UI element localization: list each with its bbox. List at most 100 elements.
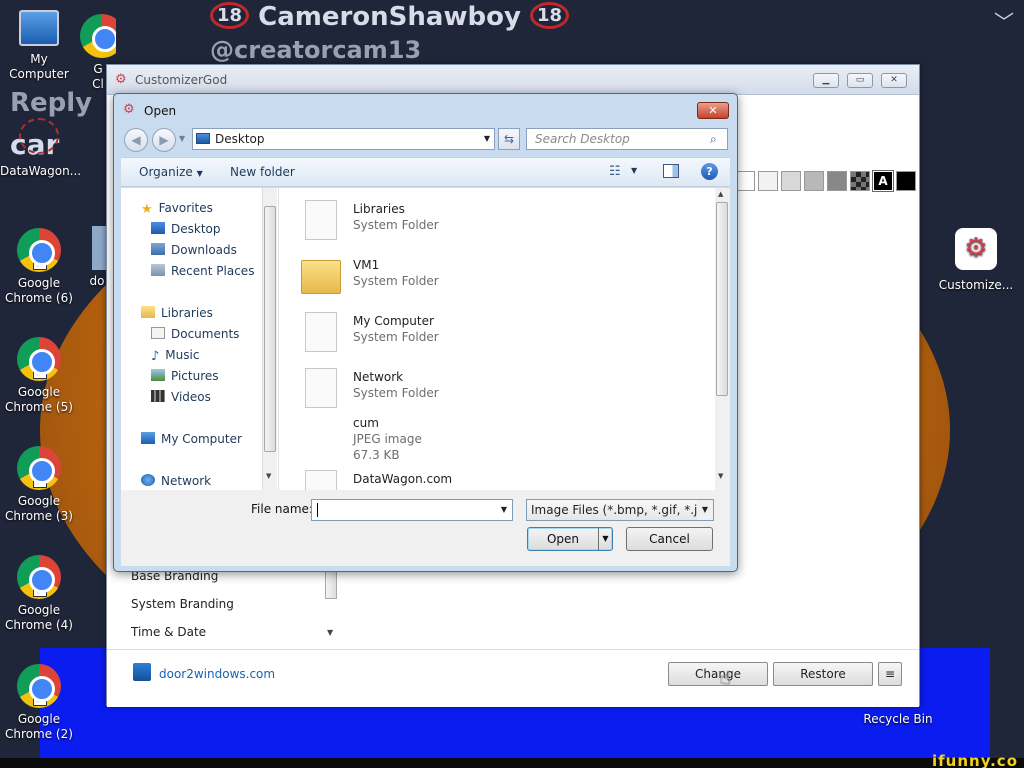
dialog-close-button[interactable]: ✕ — [697, 102, 729, 119]
chevron-down-icon[interactable]: ▼ — [496, 500, 512, 520]
file-type-select[interactable]: Image Files (*.bmp, *.gif, *.jpg, ▼ — [526, 499, 714, 521]
wallpaper-title-text: CameronShawboy — [258, 2, 521, 32]
refresh-button[interactable]: ⇆ — [498, 128, 520, 150]
color-swatch[interactable] — [827, 171, 847, 191]
preview-pane-icon[interactable] — [663, 164, 679, 178]
file-name-label: File name: — [251, 502, 313, 516]
file-list-scrollbar[interactable]: ▲ ▼ — [715, 188, 730, 490]
navigation-pane: ★ Favorites Desktop Downloads Recent Plac… — [121, 188, 279, 490]
nav-pane-scrollbar[interactable]: ▼ — [262, 188, 277, 490]
nav-recent-places[interactable]: Recent Places — [151, 264, 254, 278]
nav-documents[interactable]: Documents — [151, 327, 239, 341]
chrome-icon: ↗ — [17, 337, 61, 381]
color-swatch[interactable] — [758, 171, 778, 191]
chevron-down-icon[interactable]: ﹀ — [994, 6, 1014, 35]
change-button[interactable]: Change — [668, 662, 768, 686]
nav-item-system-branding[interactable]: System Branding — [131, 597, 234, 611]
file-item-datawagon[interactable]: DataWagon.com — [305, 468, 685, 490]
color-swatch[interactable] — [896, 171, 916, 191]
file-name: Network — [353, 370, 404, 384]
desktop-icon-chrome-3[interactable]: ↗ Google Chrome (3) — [0, 446, 78, 524]
customizergod-titlebar[interactable]: ⚙ CustomizerGod ▁ ▭ ✕ — [107, 65, 919, 95]
color-swatch[interactable] — [850, 171, 870, 191]
address-bar[interactable]: Desktop ▼ — [192, 128, 495, 150]
scrollbar-thumb[interactable] — [264, 206, 276, 452]
desktop-icon-partial-do[interactable]: do — [86, 226, 108, 289]
help-icon[interactable]: ? — [701, 163, 718, 180]
nav-favorites[interactable]: ★ Favorites — [141, 201, 213, 217]
door2windows-link[interactable]: door2windows.com — [159, 667, 275, 681]
folder-icon — [305, 312, 337, 352]
libraries-icon — [141, 306, 155, 318]
text-cursor — [317, 503, 318, 517]
color-swatch[interactable] — [804, 171, 824, 191]
scrollbar-thumb[interactable] — [716, 202, 728, 396]
chrome-icon: ↗ — [17, 446, 61, 490]
file-type: JPEG image — [353, 432, 422, 446]
color-swatch[interactable] — [735, 171, 755, 191]
file-name: My Computer — [353, 314, 434, 328]
desktop-icon-my-computer[interactable]: My Computer — [0, 10, 78, 82]
file-item-network[interactable]: Network System Folder — [305, 366, 685, 414]
desktop-icon-recycle-bin[interactable]: Recycle Bin — [858, 712, 938, 727]
dialog-content-pane: ★ Favorites Desktop Downloads Recent Plac… — [121, 188, 730, 490]
nav-my-computer[interactable]: My Computer — [141, 432, 242, 446]
file-item-libraries[interactable]: Libraries System Folder — [305, 198, 685, 246]
color-swatch[interactable] — [781, 171, 801, 191]
desktop-icon-chrome-2[interactable]: ↗ Google Chrome (2) — [0, 664, 78, 742]
nav-desktop[interactable]: Desktop — [151, 222, 221, 236]
open-dropdown-icon[interactable]: ▼ — [598, 528, 612, 550]
desktop-icon-customizer[interactable]: ⚙ Customize... — [936, 228, 1016, 293]
organize-menu[interactable]: Organize ▼ — [139, 165, 203, 179]
view-options-icon[interactable]: ☷ — [609, 164, 621, 179]
desktop-icon-chrome-4[interactable]: ↗ Google Chrome (4) — [0, 555, 78, 633]
minimize-button[interactable]: ▁ — [813, 73, 839, 88]
address-dropdown-icon[interactable]: ▼ — [484, 129, 490, 149]
desktop-icon-chrome-6[interactable]: ↗ Google Chrome (6) — [0, 228, 78, 306]
file-item-my-computer[interactable]: My Computer System Folder — [305, 310, 685, 358]
wallpaper-title: 18 CameronShawboy 18 — [210, 2, 570, 32]
scroll-up-arrow-icon[interactable]: ▲ — [718, 190, 723, 198]
scroll-down-arrow-icon[interactable]: ▼ — [718, 472, 723, 480]
cancel-button[interactable]: Cancel — [626, 527, 713, 551]
folder-icon — [305, 200, 337, 240]
file-name: DataWagon.com — [353, 472, 453, 486]
nav-downloads-label: Downloads — [171, 243, 237, 257]
search-input[interactable]: Search Desktop — [526, 128, 728, 150]
desktop-icon-chrome-5[interactable]: ↗ Google Chrome (5) — [0, 337, 78, 415]
scroll-down-arrow-icon[interactable]: ▼ — [266, 472, 271, 480]
view-dropdown-icon[interactable]: ▼ — [631, 166, 637, 175]
file-name-input[interactable]: ▼ — [311, 499, 513, 521]
nav-libraries[interactable]: Libraries — [141, 306, 213, 320]
nav-videos[interactable]: Videos — [151, 390, 211, 404]
nav-item-time-date[interactable]: Time & Date — [131, 625, 206, 639]
desktop-icon-label: Google Chrome (6) — [5, 276, 73, 305]
close-button[interactable]: ✕ — [881, 73, 907, 88]
nav-music[interactable]: ♪ Music — [151, 348, 199, 364]
file-type: System Folder — [353, 386, 439, 400]
recent-locations-chevron-icon[interactable]: ▼ — [179, 134, 185, 143]
wallpaper-reply-text: Reply — [10, 88, 93, 118]
customizer-god-icon: ⚙ — [123, 102, 135, 117]
shortcut-arrow-icon: ↗ — [33, 474, 47, 488]
back-button[interactable]: ◀ — [124, 128, 148, 152]
menu-button[interactable]: ≡ — [878, 662, 902, 686]
nav-pictures[interactable]: Pictures — [151, 369, 219, 383]
restore-button[interactable]: Restore — [773, 662, 873, 686]
new-folder-button[interactable]: New folder — [230, 165, 295, 179]
desktop-icon-datawagon[interactable]: DataWagon... — [0, 118, 81, 179]
wallpaper-handle: @creatorcam13 — [210, 36, 422, 64]
nav-downloads[interactable]: Downloads — [151, 243, 237, 257]
scroll-down-arrow-icon[interactable]: ▼ — [327, 628, 333, 637]
nav-network[interactable]: Network — [141, 474, 211, 488]
open-button[interactable]: Open ▼ — [527, 527, 613, 551]
maximize-button[interactable]: ▭ — [847, 73, 873, 88]
file-item-cum[interactable]: cum JPEG image 67.3 KB — [305, 412, 685, 466]
bottom-ticker — [0, 758, 1024, 768]
nav-network-label: Network — [161, 474, 212, 488]
file-item-vm1[interactable]: VM1 System Folder — [301, 254, 685, 302]
color-swatch-letter[interactable]: A — [872, 170, 894, 192]
chevron-down-icon[interactable]: ▼ — [697, 500, 713, 520]
music-icon: ♪ — [151, 349, 160, 364]
forward-button[interactable]: ▶ — [152, 128, 176, 152]
